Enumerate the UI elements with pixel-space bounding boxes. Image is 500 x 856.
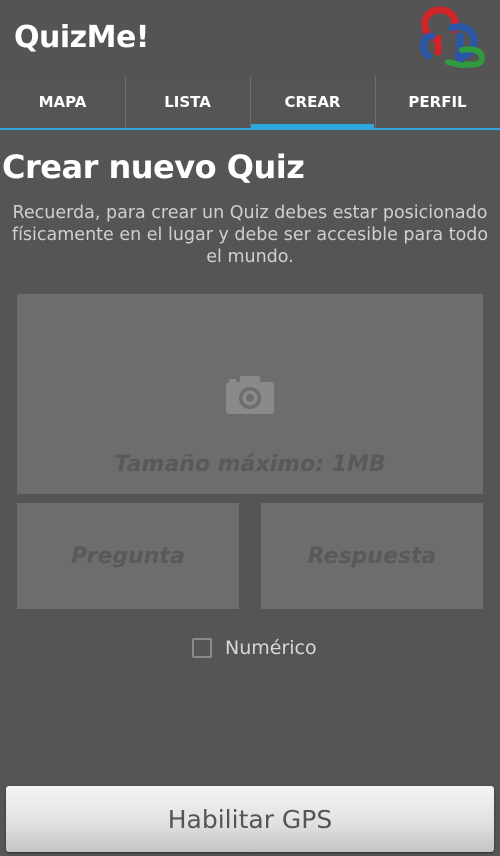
numeric-checkbox-row[interactable]: Numérico (192, 637, 317, 659)
tab-bar: MAPA LISTA CREAR PERFIL (0, 76, 500, 130)
page-title: Crear nuevo Quiz (2, 148, 305, 186)
screen: QuizMe! MAPA LISTA CREAR PERFIL Crear nu… (0, 0, 500, 856)
photo-upload-area[interactable]: Tamaño máximo: 1MB (17, 294, 483, 494)
answer-field[interactable]: Respuesta (261, 503, 483, 609)
numeric-label: Numérico (225, 637, 317, 659)
tab-crear[interactable]: CREAR (250, 76, 375, 130)
question-field[interactable]: Pregunta (17, 503, 239, 609)
tab-lista[interactable]: LISTA (125, 76, 250, 128)
quizme-logo-icon (419, 6, 486, 68)
numeric-checkbox[interactable] (192, 638, 212, 658)
tab-perfil[interactable]: PERFIL (375, 76, 500, 128)
app-title: QuizMe! (14, 20, 150, 55)
enable-gps-button[interactable]: Habilitar GPS (6, 786, 494, 852)
tab-mapa[interactable]: MAPA (0, 76, 125, 128)
camera-icon (226, 376, 274, 414)
instructions-text: Recuerda, para crear un Quiz debes estar… (11, 203, 489, 267)
photo-size-hint: Tamaño máximo: 1MB (114, 452, 386, 477)
action-bar: QuizMe! (0, 0, 500, 80)
